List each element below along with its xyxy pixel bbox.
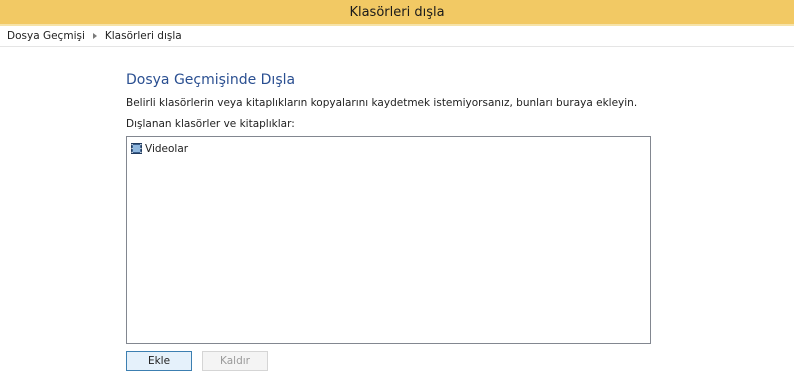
- page-title: Dosya Geçmişinde Dışla: [126, 72, 296, 88]
- excluded-list-label: Dışlanan klasörler ve kitaplıklar:: [126, 118, 295, 130]
- breadcrumb-separator-icon: [92, 33, 97, 39]
- excluded-folders-list[interactable]: Videolar: [126, 136, 651, 344]
- list-item-label: Videolar: [145, 142, 189, 155]
- exclude-folders-window: Klasörleri dışla Dosya Geçmişi Klasörler…: [0, 0, 794, 389]
- page-description: Belirli klasörlerin veya kitaplıkların k…: [126, 97, 638, 109]
- remove-button[interactable]: Kaldır: [202, 351, 268, 371]
- list-item-videos[interactable]: Videolar: [131, 141, 188, 156]
- breadcrumb-item-file-history[interactable]: Dosya Geçmişi: [7, 30, 85, 42]
- window-title: Klasörleri dışla: [349, 4, 445, 20]
- breadcrumb: Dosya Geçmişi Klasörleri dışla: [0, 26, 794, 47]
- add-button[interactable]: Ekle: [126, 351, 192, 371]
- title-bar[interactable]: Klasörleri dışla: [0, 0, 794, 24]
- video-library-icon: [131, 143, 142, 154]
- breadcrumb-item-exclude-folders: Klasörleri dışla: [104, 30, 182, 42]
